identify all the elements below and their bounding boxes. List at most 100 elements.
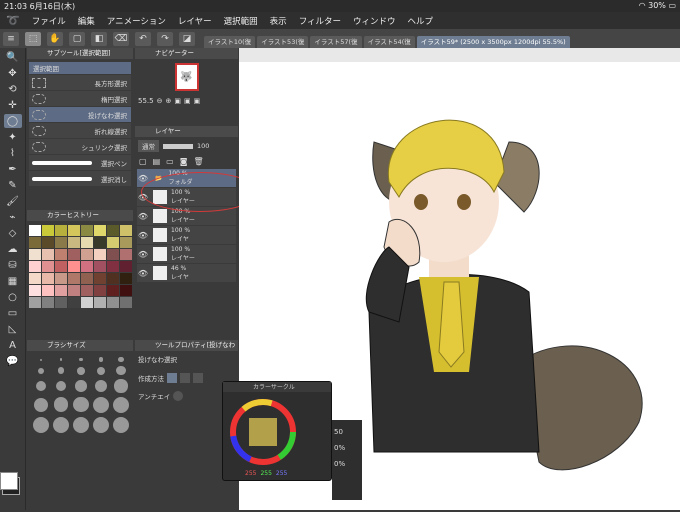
- brush-size-option[interactable]: [96, 366, 106, 375]
- brush-size-option[interactable]: [113, 416, 129, 433]
- color-swatch[interactable]: [42, 273, 54, 284]
- color-swatch[interactable]: [81, 297, 93, 308]
- brush-icon[interactable]: 🖌: [4, 194, 22, 208]
- color-swatch[interactable]: [68, 297, 80, 308]
- color-swatch[interactable]: [55, 261, 67, 272]
- fill-bucket-icon[interactable]: ⛁: [4, 258, 22, 272]
- brush-size-option[interactable]: [73, 416, 89, 433]
- layer-row[interactable]: 👁 100 % レイヤ: [137, 226, 236, 244]
- brush-size-option[interactable]: [118, 357, 124, 363]
- color-swatch[interactable]: [55, 285, 67, 296]
- zoom-value[interactable]: 55.5: [138, 97, 154, 105]
- pen-icon[interactable]: ✒: [4, 162, 22, 176]
- hamburger-icon[interactable]: ≡: [3, 31, 19, 46]
- deselect-icon[interactable]: ▢: [69, 31, 85, 46]
- color-swatch[interactable]: [94, 273, 106, 284]
- color-swatch[interactable]: [29, 237, 41, 248]
- side-value[interactable]: 0%: [334, 444, 360, 452]
- new-layer-icon[interactable]: ▢: [139, 157, 147, 166]
- airbrush-icon[interactable]: ⌁: [4, 210, 22, 224]
- color-swatch[interactable]: [94, 225, 106, 236]
- color-swatch[interactable]: [29, 273, 41, 284]
- menu-window[interactable]: ウィンドウ: [353, 15, 396, 27]
- mask-icon[interactable]: ◙: [180, 157, 188, 166]
- menu-help[interactable]: ヘルプ: [408, 15, 434, 27]
- brush-size-option[interactable]: [33, 416, 49, 433]
- eye-icon[interactable]: 👁: [137, 174, 149, 183]
- eye-icon[interactable]: 👁: [137, 250, 149, 259]
- brush-size-option[interactable]: [93, 416, 109, 433]
- color-swatch[interactable]: [68, 237, 80, 248]
- new-folder-icon[interactable]: ▭: [166, 157, 174, 166]
- hand-tool-icon[interactable]: ✥: [4, 66, 22, 80]
- zoom-in-icon[interactable]: ⊕: [165, 97, 171, 105]
- brush-size-option[interactable]: [79, 357, 83, 362]
- subtool-shrink-select[interactable]: シュリンク選択: [29, 139, 131, 154]
- subtool-ellipse-select[interactable]: 楕円選択: [29, 91, 131, 106]
- color-swatch[interactable]: [120, 285, 132, 296]
- color-swatch[interactable]: [120, 249, 132, 260]
- tab-illust54[interactable]: イラスト54(復: [363, 36, 415, 48]
- brush-size-option[interactable]: [98, 357, 104, 362]
- subtool-select-eraser[interactable]: 選択消し: [29, 171, 131, 186]
- color-swatch[interactable]: [42, 261, 54, 272]
- opacity-slider[interactable]: [163, 143, 193, 149]
- brush-size-option[interactable]: [113, 396, 129, 413]
- brush-size-option[interactable]: [59, 358, 63, 361]
- color-swatch[interactable]: [81, 237, 93, 248]
- redo-icon[interactable]: ↷: [157, 31, 173, 46]
- fill-icon[interactable]: ◪: [179, 31, 195, 46]
- brush-size-option[interactable]: [34, 397, 48, 412]
- color-swatch[interactable]: [68, 273, 80, 284]
- brush-size-option[interactable]: [73, 396, 89, 413]
- menu-animation[interactable]: アニメーション: [107, 15, 166, 27]
- eye-icon[interactable]: 👁: [137, 269, 149, 278]
- color-swatch[interactable]: [94, 237, 106, 248]
- layer-row[interactable]: 👁 100 % レイヤー: [137, 245, 236, 263]
- ruler-icon[interactable]: ◺: [4, 322, 22, 336]
- subtool-select-pen[interactable]: 選択ペン: [29, 155, 131, 170]
- color-swatch[interactable]: [68, 225, 80, 236]
- brush-size-option[interactable]: [93, 396, 109, 413]
- antialias-option[interactable]: [173, 391, 184, 401]
- color-swatch[interactable]: [68, 285, 80, 296]
- selection-tool-icon[interactable]: ⬚: [25, 31, 41, 46]
- move-icon[interactable]: ✛: [4, 98, 22, 112]
- eraser-icon[interactable]: ◇: [4, 226, 22, 240]
- eyedropper-icon[interactable]: ⌇: [4, 146, 22, 160]
- subtool-rect-select[interactable]: 長方形選択: [29, 75, 131, 90]
- color-swatch[interactable]: [55, 273, 67, 284]
- color-swatch[interactable]: [107, 285, 119, 296]
- color-swatch[interactable]: [107, 297, 119, 308]
- color-swatch[interactable]: [55, 297, 67, 308]
- brush-size-option[interactable]: [40, 358, 42, 361]
- lasso-icon[interactable]: ◯: [3, 114, 22, 128]
- color-swatch[interactable]: [29, 261, 41, 272]
- mode-new-icon[interactable]: [167, 373, 177, 383]
- menu-view[interactable]: 表示: [270, 15, 287, 27]
- color-swatch[interactable]: [68, 249, 80, 260]
- menu-selection[interactable]: 選択範囲: [224, 15, 258, 27]
- menu-layer[interactable]: レイヤー: [178, 15, 212, 27]
- menu-file[interactable]: ファイル: [32, 15, 66, 27]
- subtool-lasso-select[interactable]: 投げなわ選択: [29, 107, 131, 122]
- color-swatch[interactable]: [29, 225, 41, 236]
- color-swatch[interactable]: [55, 225, 67, 236]
- zoom-actual-icon[interactable]: ▣: [184, 97, 191, 105]
- color-swatch[interactable]: [94, 261, 106, 272]
- new-vector-icon[interactable]: ▤: [153, 157, 161, 166]
- invert-icon[interactable]: ◧: [91, 31, 107, 46]
- text-icon[interactable]: A: [4, 338, 22, 352]
- color-swatch[interactable]: [42, 237, 54, 248]
- brush-size-option[interactable]: [114, 379, 128, 393]
- subtool-group[interactable]: 選択範囲: [29, 62, 131, 74]
- color-swatch[interactable]: [94, 285, 106, 296]
- subtool-polyline-select[interactable]: 折れ線選択: [29, 123, 131, 138]
- brush-size-option[interactable]: [53, 397, 69, 412]
- color-swatch[interactable]: [120, 261, 132, 272]
- balloon-icon[interactable]: 💬: [4, 354, 22, 368]
- blend-mode-select[interactable]: 通常: [138, 140, 159, 152]
- menu-filter[interactable]: フィルター: [299, 15, 341, 27]
- clear-icon[interactable]: ⌫: [113, 31, 129, 46]
- color-swatch[interactable]: [81, 273, 93, 284]
